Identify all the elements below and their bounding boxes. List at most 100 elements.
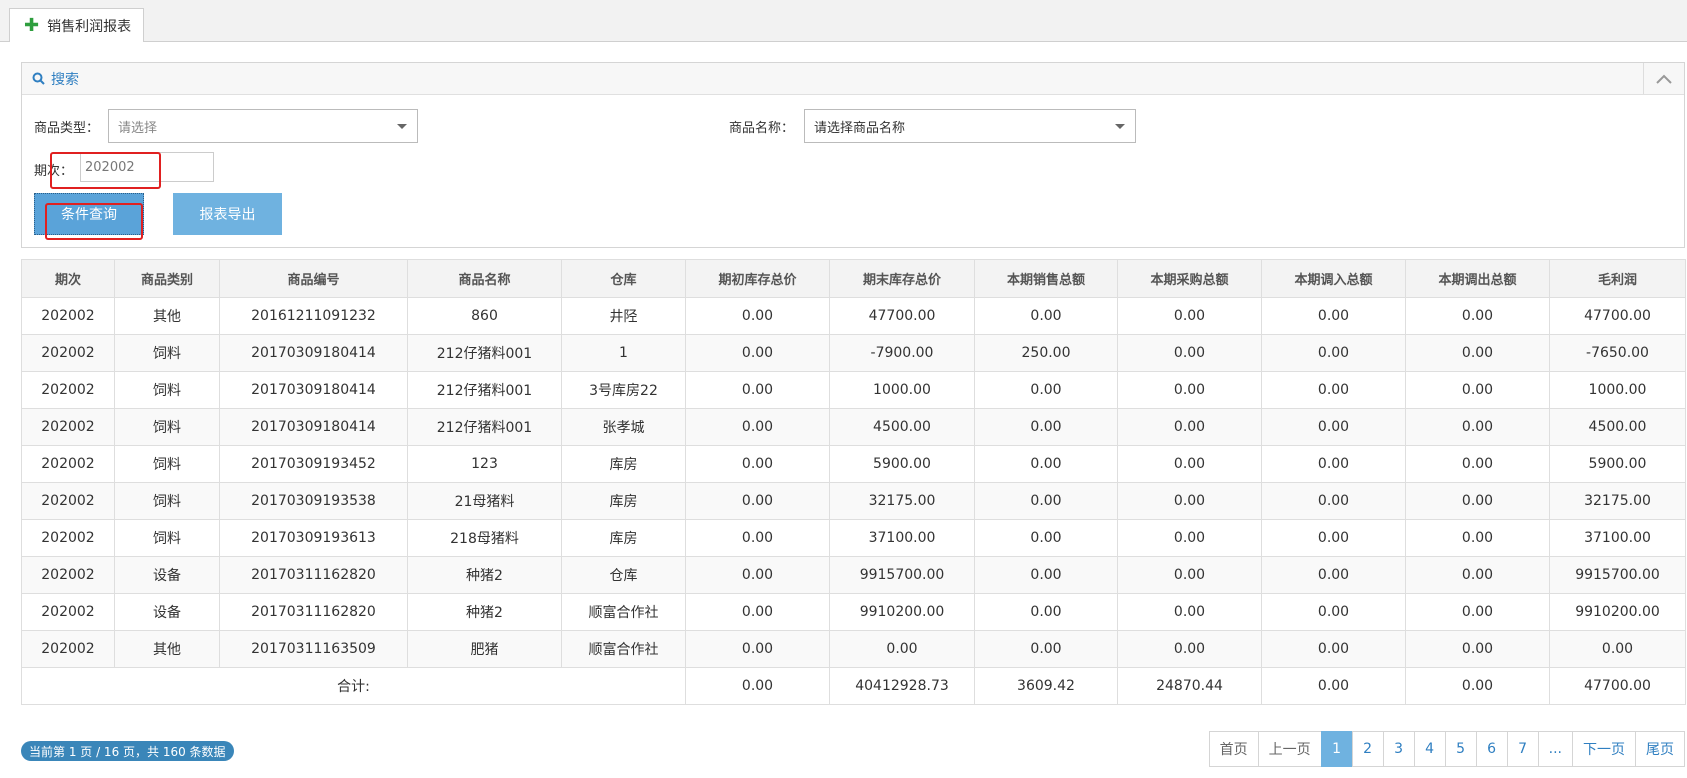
table-cell: 20170309180414 (219, 371, 408, 409)
table-cell: 0.00 (1261, 408, 1406, 446)
chevron-down-icon (1115, 124, 1125, 129)
column-header: 仓库 (561, 259, 686, 298)
table-cell: 饲料 (114, 408, 220, 446)
table-cell: 0.00 (1261, 371, 1406, 409)
table-cell: 0.00 (1117, 593, 1262, 631)
table-cell: 202002 (21, 630, 115, 668)
table-header-row: 期次 商品类别 商品编号 商品名称 仓库 期初库存总价 期末库存总价 本期销售总额 本期采购总额… (21, 259, 1686, 298)
collapse-panel-button[interactable] (1643, 63, 1684, 94)
page-info-badge: 当前第 1 页 / 16 页，共 160 条数据 (21, 741, 234, 761)
page-button-2[interactable]: 2 (1351, 731, 1384, 767)
table-cell: 32175.00 (829, 482, 975, 520)
table-cell: 20170309193613 (219, 519, 408, 557)
column-header: 本期采购总额 (1117, 259, 1262, 298)
table-row: 202002 饲料 20170309180414 212仔猪料001 1 0.00 -790… (21, 334, 1686, 372)
table-cell: 20161211091232 (219, 297, 408, 335)
table-cell: 0.00 (1405, 297, 1550, 335)
table-cell: 4500.00 (1549, 408, 1686, 446)
plus-icon: ✚ (24, 14, 40, 36)
first-page-button[interactable]: 首页 (1208, 731, 1259, 767)
query-button[interactable]: 条件查询 (34, 193, 144, 235)
column-header: 本期调入总额 (1261, 259, 1406, 298)
table-cell: 3号库房22 (561, 371, 686, 409)
table-cell: 0.00 (974, 556, 1118, 594)
table-cell: 21母猪料 (407, 482, 562, 520)
table-cell: 其他 (114, 297, 220, 335)
table-cell: 202002 (21, 445, 115, 483)
table-cell: 0.00 (1405, 445, 1550, 483)
table-cell: 0.00 (1405, 408, 1550, 446)
page-button-6[interactable]: 6 (1475, 731, 1508, 767)
table-cell: 202002 (21, 371, 115, 409)
table-cell: 0.00 (1117, 408, 1262, 446)
table-cell: 0.00 (1261, 297, 1406, 335)
table-cell: 202002 (21, 482, 115, 520)
table-cell: 0.00 (1117, 630, 1262, 668)
page-ellipsis[interactable]: ... (1537, 731, 1573, 767)
table-cell: 202002 (21, 297, 115, 335)
table-cell: 0.00 (685, 445, 830, 483)
table-cell: 0.00 (685, 593, 830, 631)
table-cell: 饲料 (114, 334, 220, 372)
total-label: 合计: (21, 667, 686, 705)
table-cell: 0.00 (685, 297, 830, 335)
category-select-value: 请选择 (118, 120, 158, 136)
total-cell: 0.00 (1405, 667, 1550, 705)
column-header: 期末库存总价 (829, 259, 975, 298)
table-row: 202002 设备 20170311162820 种猪2 仓库 0.00 9915700.0… (21, 556, 1686, 594)
table-cell: 种猪2 (407, 556, 562, 594)
column-header: 商品编号 (219, 259, 408, 298)
search-icon (32, 72, 45, 85)
chevron-down-icon (397, 124, 407, 129)
table-cell: 860 (407, 297, 562, 335)
table-cell: 218母猪料 (407, 519, 562, 557)
table-cell: 库房 (561, 445, 686, 483)
page-button-3[interactable]: 3 (1382, 731, 1415, 767)
table-cell: 47700.00 (829, 297, 975, 335)
column-header: 商品名称 (407, 259, 562, 298)
table-cell: 20170311162820 (219, 556, 408, 594)
table-cell: 0.00 (974, 297, 1118, 335)
page-button-4[interactable]: 4 (1413, 731, 1446, 767)
tab-label: 销售利润报表 (47, 18, 132, 35)
last-page-button[interactable]: 尾页 (1635, 731, 1685, 767)
table-cell: 饲料 (114, 371, 220, 409)
period-input[interactable] (80, 152, 214, 182)
page-button-1[interactable]: 1 (1320, 731, 1353, 767)
table-cell: 0.00 (1117, 519, 1262, 557)
next-page-button[interactable]: 下一页 (1572, 731, 1636, 767)
table-cell: 0.00 (1405, 519, 1550, 557)
table-cell: 5900.00 (1549, 445, 1686, 483)
table-cell: 4500.00 (829, 408, 975, 446)
export-button[interactable]: 报表导出 (173, 193, 282, 235)
tab-sales-profit-report[interactable]: ✚ 销售利润报表 (9, 8, 145, 42)
column-header: 期次 (21, 259, 115, 298)
product-name-label: 商品名称： (729, 121, 795, 136)
table-cell: 0.00 (1405, 371, 1550, 409)
prev-page-button[interactable]: 上一页 (1257, 731, 1322, 767)
table-cell: 顺富合作社 (561, 593, 686, 631)
table-cell: 0.00 (685, 482, 830, 520)
table-cell: 仓库 (561, 556, 686, 594)
table-cell: 0.00 (1261, 556, 1406, 594)
table-cell: 212仔猪料001 (407, 408, 562, 446)
search-panel-header[interactable]: 搜索 (22, 63, 1684, 95)
product-name-select[interactable]: 请选择商品名称 (804, 109, 1136, 143)
product-name-select-value: 请选择商品名称 (814, 120, 906, 136)
table-cell: 0.00 (1261, 593, 1406, 631)
table-cell: 212仔猪料001 (407, 334, 562, 372)
table-cell: 0.00 (1117, 556, 1262, 594)
table-cell: 202002 (21, 334, 115, 372)
page-button-5[interactable]: 5 (1444, 731, 1477, 767)
table-cell: 0.00 (974, 371, 1118, 409)
column-header: 毛利润 (1549, 259, 1686, 298)
table-cell: 0.00 (685, 556, 830, 594)
table-cell: 0.00 (1117, 445, 1262, 483)
page-button-7[interactable]: 7 (1506, 731, 1539, 767)
table-cell: 9910200.00 (829, 593, 975, 631)
table-cell: 212仔猪料001 (407, 371, 562, 409)
table-cell: 20170311163509 (219, 630, 408, 668)
table-cell: 0.00 (1261, 630, 1406, 668)
category-select[interactable]: 请选择 (108, 109, 418, 143)
table-cell: 1000.00 (1549, 371, 1686, 409)
